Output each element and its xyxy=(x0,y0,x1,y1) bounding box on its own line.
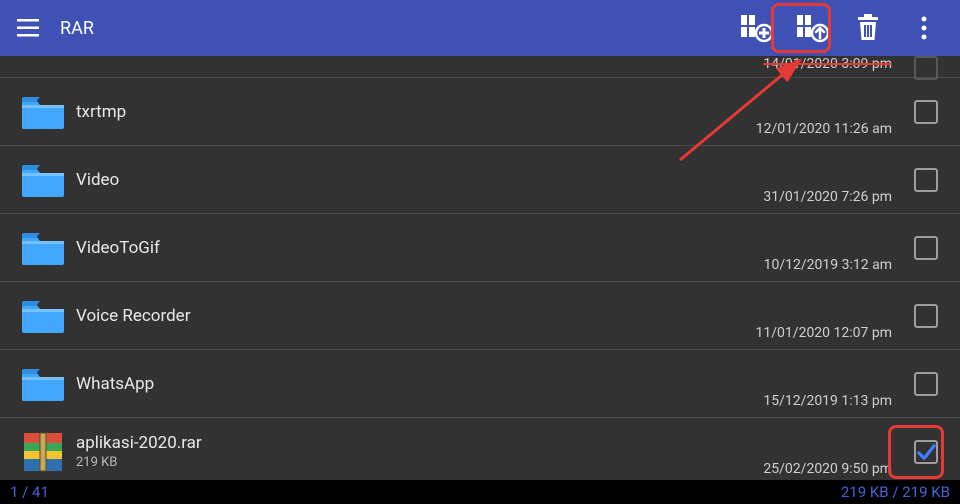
checkbox[interactable] xyxy=(914,100,938,124)
checkbox[interactable] xyxy=(914,56,938,80)
menu-button[interactable] xyxy=(8,19,48,37)
archive-add-icon xyxy=(739,13,773,43)
file-size: 219 KB xyxy=(76,455,708,470)
folder-icon xyxy=(20,366,76,402)
app-toolbar: RAR xyxy=(0,0,960,56)
trash-icon xyxy=(855,13,881,43)
overflow-button[interactable] xyxy=(896,8,952,48)
delete-button[interactable] xyxy=(840,8,896,48)
status-bar: 1 / 41 219 KB / 219 KB xyxy=(0,480,960,504)
file-date: 15/12/2019 1:13 pm xyxy=(708,393,908,417)
archive-extract-icon xyxy=(795,13,829,43)
file-date: 31/01/2020 7:26 pm xyxy=(708,189,908,213)
archive-add-button[interactable] xyxy=(728,8,784,48)
list-item[interactable]: txrtmp12/01/2020 11:26 am xyxy=(0,78,960,146)
checkbox[interactable] xyxy=(914,304,938,328)
checkbox[interactable] xyxy=(914,372,938,396)
archive-extract-button[interactable] xyxy=(784,8,840,48)
file-name: txrtmp xyxy=(76,102,708,122)
selection-size: 219 KB / 219 KB xyxy=(841,483,950,501)
file-date: 25/02/2020 9:50 pm xyxy=(708,461,908,480)
list-item[interactable]: aplikasi-2020.rar 219 KB25/02/2020 9:50 p… xyxy=(0,418,960,480)
list-item[interactable]: VideoToGif10/12/2019 3:12 am xyxy=(0,214,960,282)
selection-count: 1 / 41 xyxy=(10,483,49,501)
list-item[interactable]: Voice Recorder11/01/2020 12:07 pm xyxy=(0,282,960,350)
folder-icon xyxy=(20,162,76,198)
hamburger-icon xyxy=(17,19,39,37)
file-name: WhatsApp xyxy=(76,374,708,394)
list-item[interactable]: Video31/01/2020 7:26 pm xyxy=(0,146,960,214)
file-name: Voice Recorder xyxy=(76,306,708,326)
app-title: RAR xyxy=(60,18,94,39)
more-vert-icon xyxy=(921,16,927,40)
list-item-partial[interactable]: 14/01/2020 3:09 pm xyxy=(0,56,960,78)
checkbox[interactable] xyxy=(914,236,938,260)
file-date: 11/01/2020 12:07 pm xyxy=(708,325,908,349)
folder-icon xyxy=(20,94,76,130)
file-list: 14/01/2020 3:09 pm txrtmp12/01/2020 11:2… xyxy=(0,56,960,480)
file-name: aplikasi-2020.rar xyxy=(76,433,708,453)
folder-icon xyxy=(20,230,76,266)
list-item[interactable]: WhatsApp15/12/2019 1:13 pm xyxy=(0,350,960,418)
checkbox[interactable] xyxy=(914,168,938,192)
file-date: 10/12/2019 3:12 am xyxy=(708,257,908,281)
rar-file-icon xyxy=(20,429,76,475)
file-date: 14/01/2020 3:09 pm xyxy=(708,56,908,72)
checkbox[interactable] xyxy=(914,440,938,464)
file-date: 12/01/2020 11:26 am xyxy=(708,121,908,145)
file-name: VideoToGif xyxy=(76,238,708,258)
file-name: Video xyxy=(76,170,708,190)
folder-icon xyxy=(20,298,76,334)
